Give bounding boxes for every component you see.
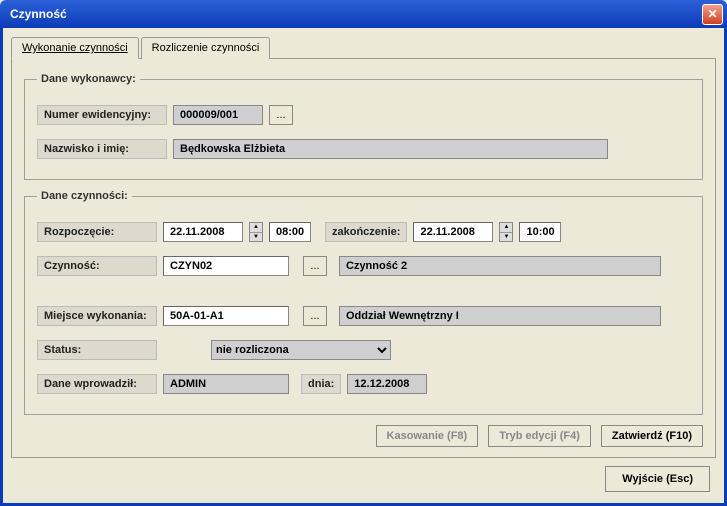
tab-settlement[interactable]: Rozliczenie czynności: [141, 37, 271, 59]
end-time-input[interactable]: 10:00: [519, 222, 561, 242]
entered-on: 12.12.2008: [347, 374, 427, 394]
id-label: Numer ewidencyjny:: [37, 105, 167, 125]
group-activity-legend: Dane czynności:: [37, 190, 132, 202]
group-performer: Dane wykonawcy: Numer ewidencyjny: 00000…: [24, 73, 703, 180]
start-date-spinner[interactable]: ▲▼: [249, 222, 263, 242]
tab-execution[interactable]: Wykonanie czynności: [11, 37, 139, 59]
activity-code-input[interactable]: CZYN02: [163, 256, 289, 276]
start-date-input[interactable]: 22.11.2008: [163, 222, 243, 242]
activity-label: Czynność:: [37, 256, 157, 276]
group-performer-legend: Dane wykonawcy:: [37, 73, 140, 85]
tab-settlement-label: Rozliczenie czynności: [152, 42, 260, 54]
status-label: Status:: [37, 340, 157, 360]
client-area: Wykonanie czynności Rozliczenie czynnośc…: [0, 28, 727, 506]
place-browse-button[interactable]: ...: [303, 306, 327, 326]
status-select[interactable]: nie rozliczona: [211, 340, 391, 360]
name-value: Będkowska Elżbieta: [173, 139, 608, 159]
tab-strip: Wykonanie czynności Rozliczenie czynnośc…: [11, 37, 716, 59]
id-value: 000009/001: [173, 105, 263, 125]
place-code-input[interactable]: 50A-01-A1: [163, 306, 289, 326]
id-browse-button[interactable]: ...: [269, 105, 293, 125]
entered-by: ADMIN: [163, 374, 289, 394]
title-bar: Czynność ✕: [0, 0, 727, 28]
activity-browse-button[interactable]: ...: [303, 256, 327, 276]
action-buttons: Kasowanie (F8) Tryb edycji (F4) Zatwierd…: [376, 425, 703, 447]
exit-button[interactable]: Wyjście (Esc): [605, 466, 710, 492]
footer-bar: Wyjście (Esc): [11, 458, 716, 492]
end-date-spinner[interactable]: ▲▼: [499, 222, 513, 242]
group-activity: Dane czynności: Rozpoczęcie: 22.11.2008 …: [24, 190, 703, 415]
close-icon[interactable]: ✕: [702, 4, 723, 25]
entered-label: Dane wprowadził:: [37, 374, 157, 394]
delete-button[interactable]: Kasowanie (F8): [376, 425, 479, 447]
name-label: Nazwisko i imię:: [37, 139, 167, 159]
start-label: Rozpoczęcie:: [37, 222, 157, 242]
tab-panel: Dane wykonawcy: Numer ewidencyjny: 00000…: [11, 58, 716, 458]
entered-on-label: dnia:: [301, 374, 341, 394]
start-time-input[interactable]: 08:00: [269, 222, 311, 242]
edit-button[interactable]: Tryb edycji (F4): [488, 425, 591, 447]
end-label: zakończenie:: [325, 222, 407, 242]
activity-desc: Czynność 2: [339, 256, 661, 276]
confirm-button[interactable]: Zatwierdź (F10): [601, 425, 703, 447]
place-desc: Oddział Wewnętrzny I: [339, 306, 661, 326]
end-date-input[interactable]: 22.11.2008: [413, 222, 493, 242]
place-label: Miejsce wykonania:: [37, 306, 157, 326]
tab-execution-label: Wykonanie czynności: [22, 42, 128, 54]
window-title: Czynność: [10, 7, 702, 21]
